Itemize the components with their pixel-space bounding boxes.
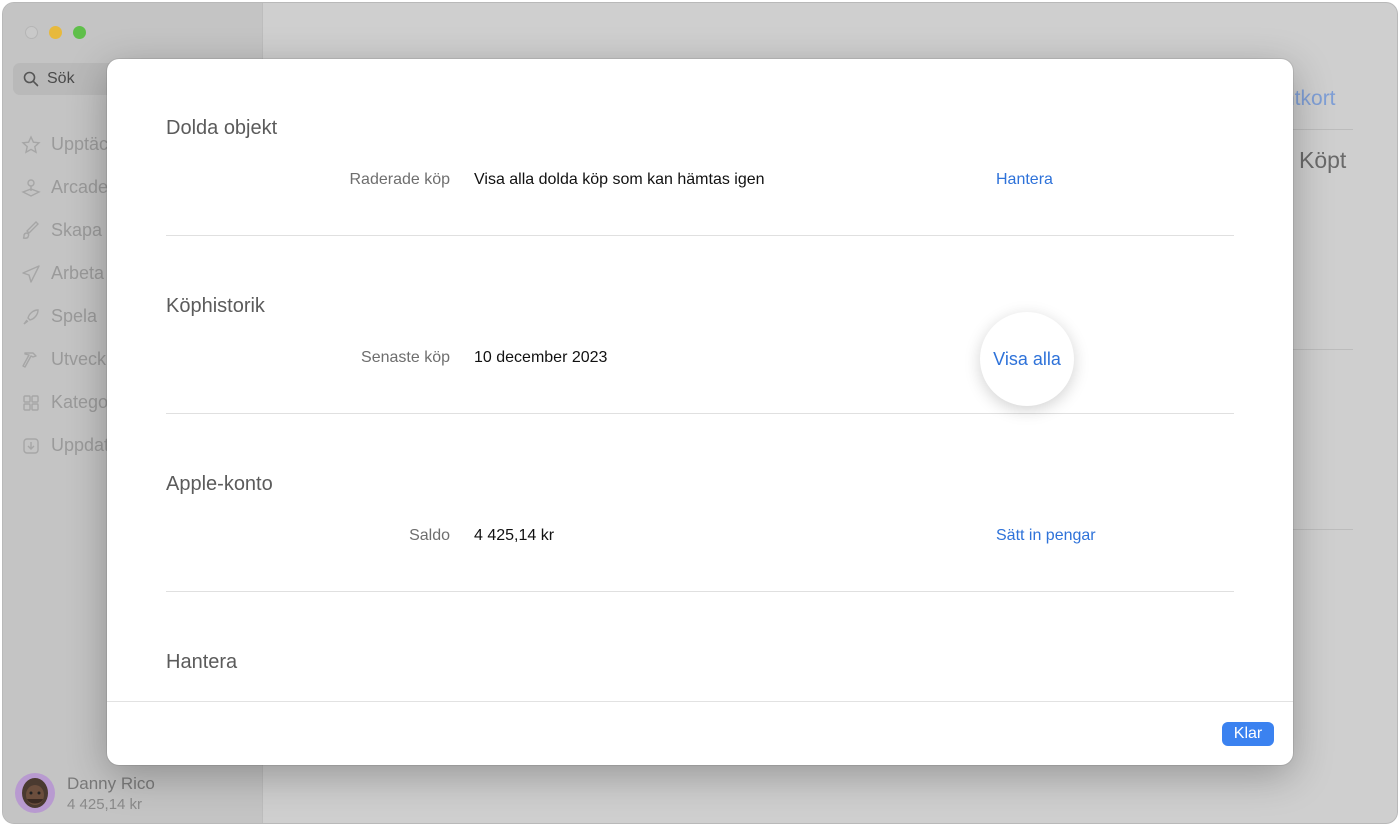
row-label: Saldo [409, 527, 450, 544]
search-icon [23, 71, 39, 87]
divider [1293, 349, 1353, 350]
sidebar-item-label: Arcade [51, 177, 109, 197]
divider [166, 591, 1234, 592]
sidebar-item-label: Arbeta [51, 263, 105, 283]
minimize-window-button[interactable] [49, 26, 62, 39]
paperplane-icon [21, 264, 41, 284]
sidebar-item-label: Skapa [51, 220, 103, 240]
section-title: Dolda objekt [166, 117, 278, 139]
row-label: Raderade köp [349, 171, 450, 188]
add-funds-link[interactable]: Sätt in pengar [996, 527, 1096, 545]
see-all-label: Visa alla [993, 348, 1061, 369]
sidebar-item-label: Spela [51, 306, 98, 326]
hammer-icon [21, 350, 41, 370]
account-button[interactable]: Danny Rico 4 425,14 kr [15, 773, 155, 813]
section-title: Apple-konto [166, 473, 273, 495]
done-button[interactable]: Klar [1222, 722, 1274, 746]
see-all-purchases-link[interactable]: Visa alla [980, 312, 1074, 406]
grid-icon [21, 393, 41, 413]
avatar [15, 773, 55, 813]
divider [166, 413, 1234, 414]
star-icon [21, 134, 41, 155]
row-value: 4 425,14 kr [474, 527, 555, 544]
rocket-icon [21, 307, 41, 327]
account-settings-sheet: Dolda objekt Raderade köp Visa alla dold… [107, 59, 1293, 765]
search-placeholder: Sök [47, 70, 75, 87]
manage-hidden-link[interactable]: Hantera [996, 171, 1053, 189]
footer-divider [107, 701, 1293, 702]
close-window-button[interactable] [25, 26, 38, 39]
zoom-window-button[interactable] [73, 26, 86, 39]
row-value: 10 december 2023 [474, 349, 608, 366]
background-title: Köpt [1299, 147, 1347, 173]
account-name: Danny Rico [67, 773, 155, 793]
account-balance: 4 425,14 kr [67, 795, 143, 813]
window-controls [25, 26, 86, 39]
divider [1293, 129, 1353, 130]
row-label: Senaste köp [361, 349, 450, 366]
row-value: Visa alla dolda köp som kan hämtas igen [474, 171, 765, 188]
joystick-icon [21, 178, 41, 198]
divider [166, 235, 1234, 236]
section-title: Hantera [166, 651, 238, 673]
download-icon [21, 436, 41, 456]
brush-icon [21, 220, 41, 241]
divider [1293, 529, 1353, 530]
section-title: Köphistorik [166, 295, 265, 317]
